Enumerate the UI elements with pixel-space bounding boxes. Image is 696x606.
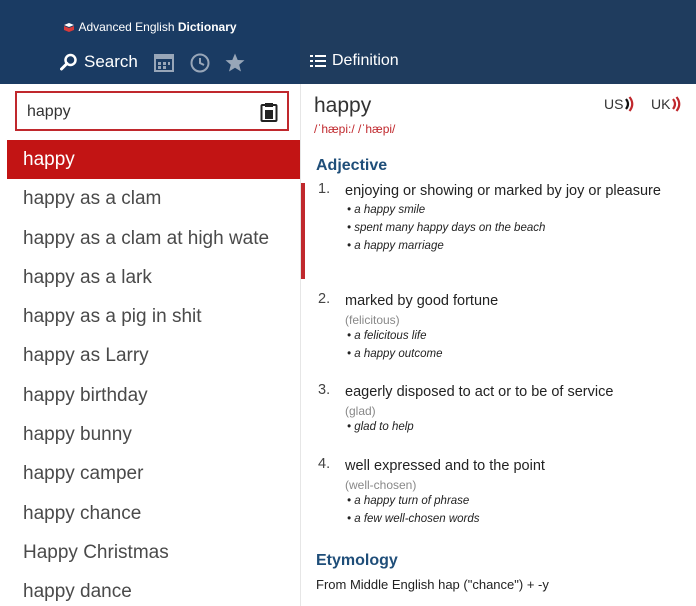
search-icon	[60, 53, 77, 71]
example-text: a happy outcome	[354, 348, 443, 360]
speaker-icon	[672, 96, 681, 112]
list-item[interactable]: Happy Christmas	[7, 533, 300, 572]
sense-example: • a happy smile	[347, 201, 678, 219]
sense-synonym: (glad)	[345, 404, 376, 418]
entry-pronunciation: /ˈhæpi:/ /ˈhæpi/	[314, 122, 396, 136]
nav-definition-tab[interactable]: Definition	[310, 52, 399, 70]
sense-example: • a happy marriage	[347, 237, 678, 255]
sense-number: 3.	[318, 382, 331, 398]
sense-example: • glad to help	[347, 418, 678, 436]
example-text: a happy marriage	[354, 240, 444, 252]
audio-us-button[interactable]: US	[604, 96, 638, 112]
search-input[interactable]	[27, 101, 247, 123]
sense-definition: marked by good fortune	[345, 293, 499, 309]
app-title: Advanced English Dictionary	[0, 20, 300, 34]
history-icon[interactable]	[189, 52, 211, 74]
list-item[interactable]: happy as a pig in shit	[7, 297, 300, 336]
nav-definition-label: Definition	[332, 52, 399, 69]
speaker-icon	[625, 96, 634, 112]
sense-example: • a happy turn of phrase	[347, 492, 678, 510]
sense-number: 2.	[318, 291, 331, 307]
sense-example: • a few well-chosen words	[347, 510, 678, 528]
audio-uk-button[interactable]: UK	[651, 96, 685, 112]
sidebar-header: Advanced English Dictionary Search	[0, 0, 300, 84]
list-item[interactable]: happy as Larry	[7, 336, 300, 375]
example-text: a happy turn of phrase	[354, 495, 470, 507]
nav-search-tab[interactable]: Search	[60, 52, 138, 72]
sense-synonym: (well-chosen)	[345, 478, 417, 492]
sense-example: • a felicitous life	[347, 327, 678, 345]
audio-uk-label: UK	[651, 96, 671, 112]
sense-item: 2. marked by good fortune (felicitous) • a …	[318, 291, 678, 363]
list-item[interactable]: happy as a clam	[7, 179, 300, 218]
list-item[interactable]: happy as a lark	[7, 258, 300, 297]
sense-example: • a happy outcome	[347, 345, 678, 363]
example-text: a few well-chosen words	[354, 513, 480, 525]
clipboard-icon[interactable]	[260, 102, 278, 122]
list-item[interactable]: happy	[7, 140, 300, 180]
sense-example: • spent many happy days on the beach	[347, 219, 678, 237]
example-text: a felicitous life	[354, 330, 427, 342]
app-title-prefix: Advanced English	[78, 20, 178, 34]
part-of-speech: Adjective	[316, 157, 388, 174]
list-item[interactable]: happy chance	[7, 494, 300, 533]
sense-definition: enjoying or showing or marked by joy or …	[345, 183, 661, 199]
list-item[interactable]: happy as a clam at high wate	[7, 219, 300, 258]
sense-number: 4.	[318, 456, 331, 472]
entry-headword: happy	[314, 94, 372, 117]
search-box	[15, 91, 289, 131]
nav-search-label: Search	[84, 52, 138, 71]
nav-row: Search	[0, 50, 300, 80]
sense-item: 1. enjoying or showing or marked by joy o…	[318, 181, 678, 255]
dictionary-logo-icon	[64, 23, 75, 32]
list-item[interactable]: happy bunny	[7, 415, 300, 454]
example-text: glad to help	[354, 421, 414, 433]
app-title-bold: Dictionary	[177, 20, 237, 34]
sense-definition: eagerly disposed to act or to be of serv…	[345, 384, 614, 400]
sense-synonym: (felicitous)	[345, 313, 400, 327]
star-icon[interactable]	[224, 52, 246, 74]
panel-divider	[300, 84, 301, 606]
sense-item: 3. eagerly disposed to act or to be of se…	[318, 382, 678, 436]
audio-us-label: US	[604, 96, 624, 112]
etymology-heading: Etymology	[316, 552, 398, 569]
sense-item: 4. well expressed and to the point (well-c…	[318, 456, 678, 528]
sense-number: 1.	[318, 181, 331, 197]
list-item[interactable]: happy birthday	[7, 376, 300, 415]
sense-accent-bar	[301, 183, 305, 279]
list-icon	[310, 55, 326, 67]
list-item[interactable]: happy dance	[7, 572, 300, 606]
word-list: happy happy as a clam happy as a clam at h…	[7, 140, 300, 606]
example-text: spent many happy days on the beach	[354, 222, 546, 234]
list-item[interactable]: happy camper	[7, 454, 300, 493]
etymology-text: From Middle English hap ("chance") + -y	[316, 577, 549, 592]
example-text: a happy smile	[354, 204, 426, 216]
calendar-icon[interactable]	[153, 52, 175, 74]
sense-definition: well expressed and to the point	[345, 458, 545, 474]
